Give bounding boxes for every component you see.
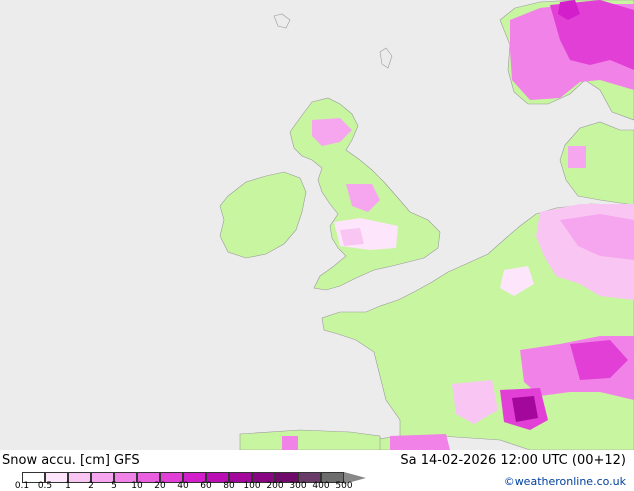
map-title: Snow accu. [cm] GFS (2, 453, 140, 468)
map-footer: Snow accu. [cm] GFS Sa 14-02-2026 12:00 … (0, 450, 634, 491)
snow-alps-peak (512, 396, 538, 422)
snow-denmark (568, 146, 586, 168)
snow-pyrenees (390, 434, 450, 450)
valid-time: Sa 14-02-2026 12:00 UTC (00+12) (400, 453, 626, 468)
land-spain-north (239, 429, 381, 451)
snow-pyrenees-west (282, 436, 298, 450)
credit-link[interactable]: ©weatheronline.co.uk (504, 475, 626, 488)
snow-wales-core (340, 228, 364, 246)
snow-accumulation-map (0, 0, 634, 451)
